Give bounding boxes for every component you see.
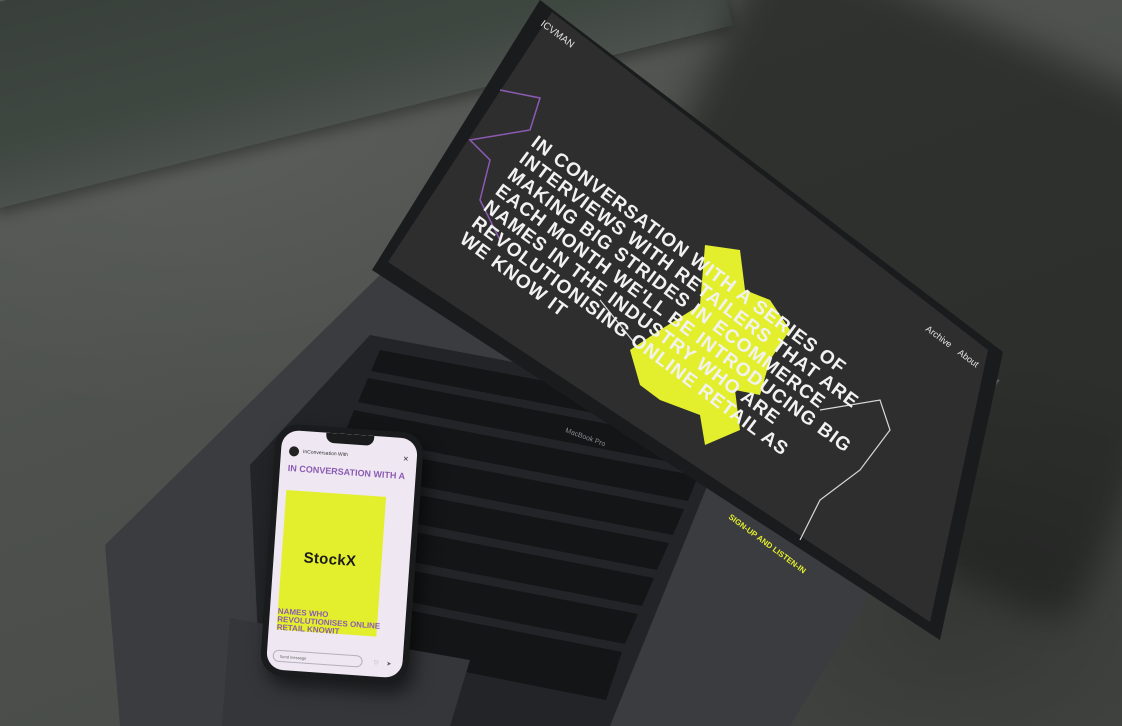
story-brand: StockX xyxy=(303,549,357,570)
photo-scene: IN CONVERSATION WITH A SERIES OF INTERVI… xyxy=(0,0,1122,726)
smartphone: InConversation With ✕ IN CONVERSATION WI… xyxy=(259,423,425,685)
story-header: InConversation With ✕ xyxy=(288,444,410,466)
phone-notch xyxy=(325,432,375,446)
message-input[interactable]: Send message xyxy=(272,649,363,668)
heart-icon[interactable]: ♡ ➤ xyxy=(373,659,395,667)
avatar[interactable] xyxy=(288,446,300,457)
story-text-bottom: NAMES WHO REVOLUTIONISES ONLINE RETAIL K… xyxy=(276,606,381,636)
laptop: IN CONVERSATION WITH A SERIES OF INTERVI… xyxy=(105,0,1003,726)
story-text-top: IN CONVERSATION WITH A xyxy=(287,463,406,482)
story-title: InConversation With xyxy=(302,449,349,459)
close-icon[interactable]: ✕ xyxy=(403,455,409,463)
phone-screen: InConversation With ✕ IN CONVERSATION WI… xyxy=(265,429,419,679)
